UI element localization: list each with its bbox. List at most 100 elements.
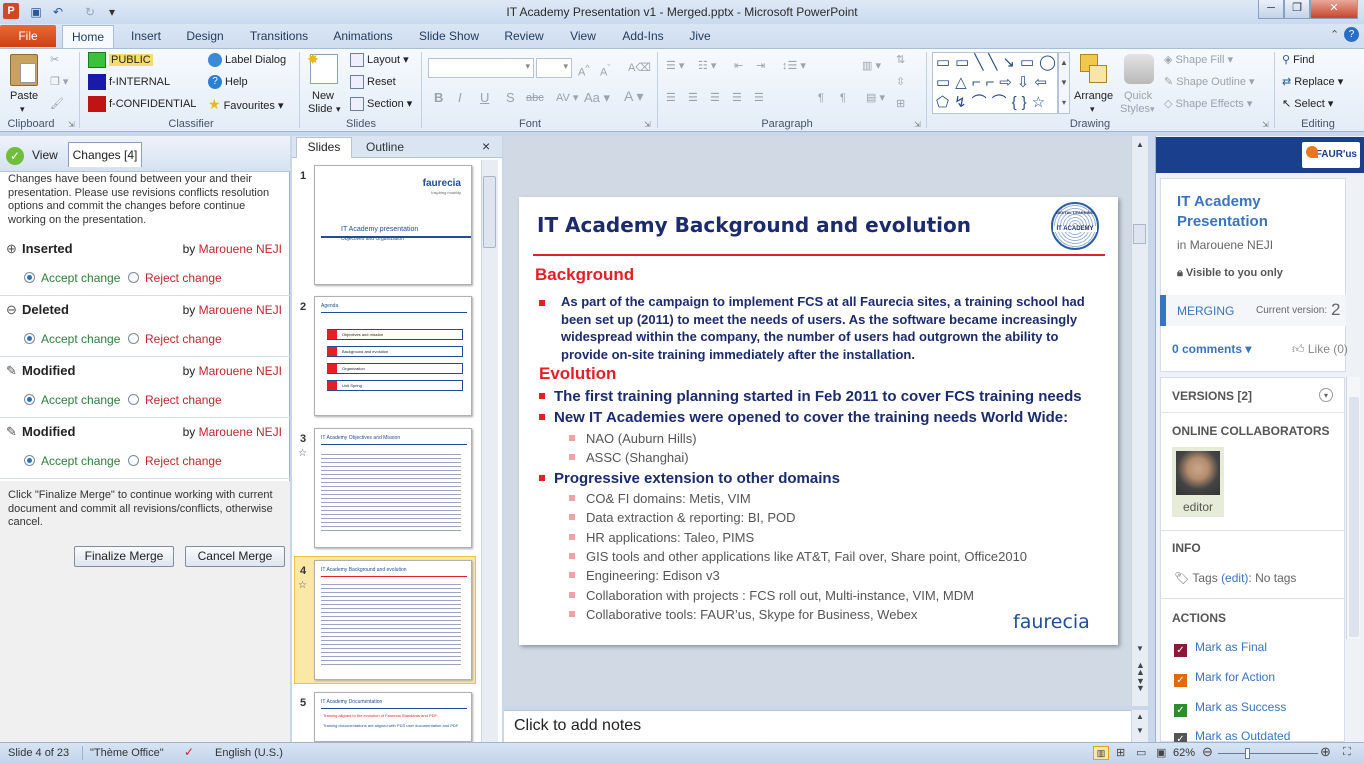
spelling-icon[interactable]: ✓: [184, 745, 194, 759]
decrease-indent-icon[interactable]: ⇤: [734, 58, 743, 74]
slide-thumbnail[interactable]: IT Academy Objectives and Mission: [314, 428, 472, 548]
zoom-slider-track[interactable]: [1218, 753, 1318, 754]
quick-styles-icon[interactable]: [1124, 54, 1154, 84]
comments-link[interactable]: 0 comments ▾: [1172, 342, 1251, 356]
scroll-up-arrow-icon[interactable]: ▲: [1136, 140, 1144, 149]
drawing-launcher-icon[interactable]: ⇲: [1262, 120, 1269, 129]
numbering-icon[interactable]: ☷ ▾: [698, 58, 716, 74]
mark-for-action-action[interactable]: ✓ Mark for Action: [1174, 670, 1275, 687]
shapes-scroll[interactable]: ▲ ▼ ▾: [1058, 52, 1070, 114]
zoom-out-icon[interactable]: ⊖: [1202, 744, 1213, 760]
justify-icon[interactable]: ☰: [732, 90, 742, 106]
new-slide-dropdown-icon[interactable]: ▾: [336, 101, 341, 117]
scroll-down-arrow-icon[interactable]: ▼: [1136, 644, 1144, 653]
editor-scrollbar[interactable]: [1131, 136, 1148, 706]
classifier-internal-button[interactable]: f-INTERNAL: [88, 74, 170, 91]
slide-title[interactable]: IT Academy Background and evolution: [537, 213, 971, 237]
reset-button[interactable]: Reset: [350, 74, 396, 90]
tab-review[interactable]: Review: [500, 26, 548, 48]
cancel-merge-button[interactable]: Cancel Merge: [185, 546, 285, 567]
document-title[interactable]: IT Academy Presentation: [1177, 192, 1287, 232]
collaborator-card[interactable]: editor: [1172, 447, 1224, 517]
quick-styles-button-2[interactable]: Styles: [1120, 101, 1150, 117]
zoom-level[interactable]: 62%: [1173, 747, 1195, 759]
tab-file[interactable]: File: [0, 25, 56, 47]
minimize-ribbon-icon[interactable]: ⌃: [1330, 28, 1339, 41]
arrange-dropdown-icon[interactable]: ▾: [1090, 101, 1095, 117]
smartart-icon[interactable]: ⊞: [896, 96, 905, 112]
paste-dropdown-icon[interactable]: ▾: [20, 101, 25, 117]
view-tab[interactable]: ✓ View: [6, 144, 58, 166]
reading-view-icon[interactable]: ▭: [1136, 746, 1146, 759]
shape-effects-button[interactable]: ◇ Shape Effects ▾: [1164, 96, 1252, 112]
tab-outline[interactable]: Outline: [354, 138, 416, 157]
tab-home[interactable]: Home: [62, 25, 114, 49]
close-button[interactable]: ✕: [1310, 0, 1358, 19]
fit-to-window-icon[interactable]: ⛶: [1343, 746, 1351, 759]
tab-view[interactable]: View: [564, 26, 602, 48]
layout-button[interactable]: Layout ▾: [350, 52, 409, 68]
like-button[interactable]: 👍︎ Like (0): [1292, 342, 1348, 357]
help-button[interactable]: ? Help: [208, 74, 248, 90]
slide-thumbnail[interactable]: faurecia Inspiring mobility IT Academy p…: [314, 165, 472, 285]
close-pane-icon[interactable]: ×: [482, 138, 490, 154]
column-layout-icon[interactable]: ▤ ▾: [866, 90, 885, 106]
changes-tab[interactable]: Changes [4]: [68, 142, 142, 167]
theme-name[interactable]: "Thème Office": [90, 747, 164, 759]
finalize-merge-button[interactable]: Finalize Merge: [74, 546, 174, 567]
increase-indent-icon[interactable]: ⇥: [756, 58, 765, 74]
versions-expand-icon[interactable]: ▾: [1319, 388, 1333, 402]
language[interactable]: English (U.S.): [215, 747, 283, 759]
replace-button[interactable]: ⇄ Replace ▾: [1282, 74, 1343, 90]
find-button[interactable]: ⚲ Find: [1282, 52, 1315, 68]
reject-change-radio[interactable]: Reject change: [128, 332, 222, 346]
new-slide-label-2[interactable]: Slide: [308, 101, 332, 117]
accept-change-radio[interactable]: Accept change: [24, 332, 120, 346]
tab-slide-show[interactable]: Slide Show: [416, 26, 482, 48]
text-direction-icon[interactable]: ⇅: [896, 52, 905, 68]
normal-view-icon[interactable]: ▥: [1093, 746, 1109, 760]
underline-icon[interactable]: U: [480, 90, 489, 106]
format-painter-icon[interactable]: 🖌: [50, 96, 64, 112]
next-slide-icon[interactable]: ▼ ▼: [1136, 677, 1145, 693]
character-spacing-icon[interactable]: AV ▾: [556, 90, 578, 106]
distributed-icon[interactable]: ☰: [754, 90, 764, 106]
reject-change-radio[interactable]: Reject change: [128, 454, 222, 468]
mark-as-outdated-action[interactable]: ✓ Mark as Outdated: [1174, 729, 1290, 742]
shrink-font-icon[interactable]: Aˇ: [600, 60, 610, 81]
align-right-icon[interactable]: ☰: [710, 90, 720, 106]
font-size-dropdown[interactable]: ▾: [536, 58, 572, 78]
center-icon[interactable]: ☰: [688, 90, 698, 106]
slide-canvas[interactable]: IT Academy Background and evolution DIGI…: [519, 197, 1118, 645]
tab-insert[interactable]: Insert: [124, 26, 168, 48]
classifier-public-button[interactable]: PUBLIC: [88, 52, 153, 69]
quick-styles-dropdown-icon[interactable]: ▾: [1150, 101, 1155, 117]
favourites-button[interactable]: ★ Favourites ▾: [208, 96, 284, 114]
grow-font-icon[interactable]: A^: [578, 60, 590, 81]
rtl-icon[interactable]: ¶: [840, 90, 846, 106]
slide-thumbnail[interactable]: IT Academy Background and evolution: [314, 560, 472, 680]
shadow-icon[interactable]: S: [506, 90, 515, 106]
help-icon[interactable]: ?: [1344, 27, 1359, 42]
paste-icon[interactable]: [10, 54, 38, 86]
arrange-icon[interactable]: [1080, 54, 1108, 84]
font-name-dropdown[interactable]: ▾: [428, 58, 534, 78]
notes-area[interactable]: Click to add notes: [504, 710, 1148, 742]
line-spacing-icon[interactable]: ↕☰ ▾: [782, 58, 806, 74]
zoom-slider-handle[interactable]: [1245, 748, 1250, 759]
clipboard-launcher-icon[interactable]: ⇲: [68, 120, 75, 129]
accept-change-radio[interactable]: Accept change: [24, 454, 120, 468]
slide-thumbnail[interactable]: IT Academy Documentation Training aligne…: [314, 692, 472, 742]
accept-change-radio[interactable]: Accept change: [24, 393, 120, 407]
tab-design[interactable]: Design: [182, 26, 228, 48]
font-color-icon[interactable]: A ▾: [624, 88, 643, 104]
versions-heading[interactable]: VERSIONS [2]: [1172, 389, 1252, 403]
bullets-icon[interactable]: ☰ ▾: [666, 58, 684, 74]
slide-sorter-icon[interactable]: ⊞: [1116, 746, 1125, 759]
columns-icon[interactable]: ▥ ▾: [862, 58, 881, 74]
paragraph-launcher-icon[interactable]: ⇲: [914, 120, 921, 129]
align-left-icon[interactable]: ☰: [666, 90, 676, 106]
slide-show-icon[interactable]: ▣: [1156, 746, 1166, 759]
slides-scroll-thumb[interactable]: [483, 176, 496, 248]
ltr-icon[interactable]: ¶: [818, 90, 824, 106]
